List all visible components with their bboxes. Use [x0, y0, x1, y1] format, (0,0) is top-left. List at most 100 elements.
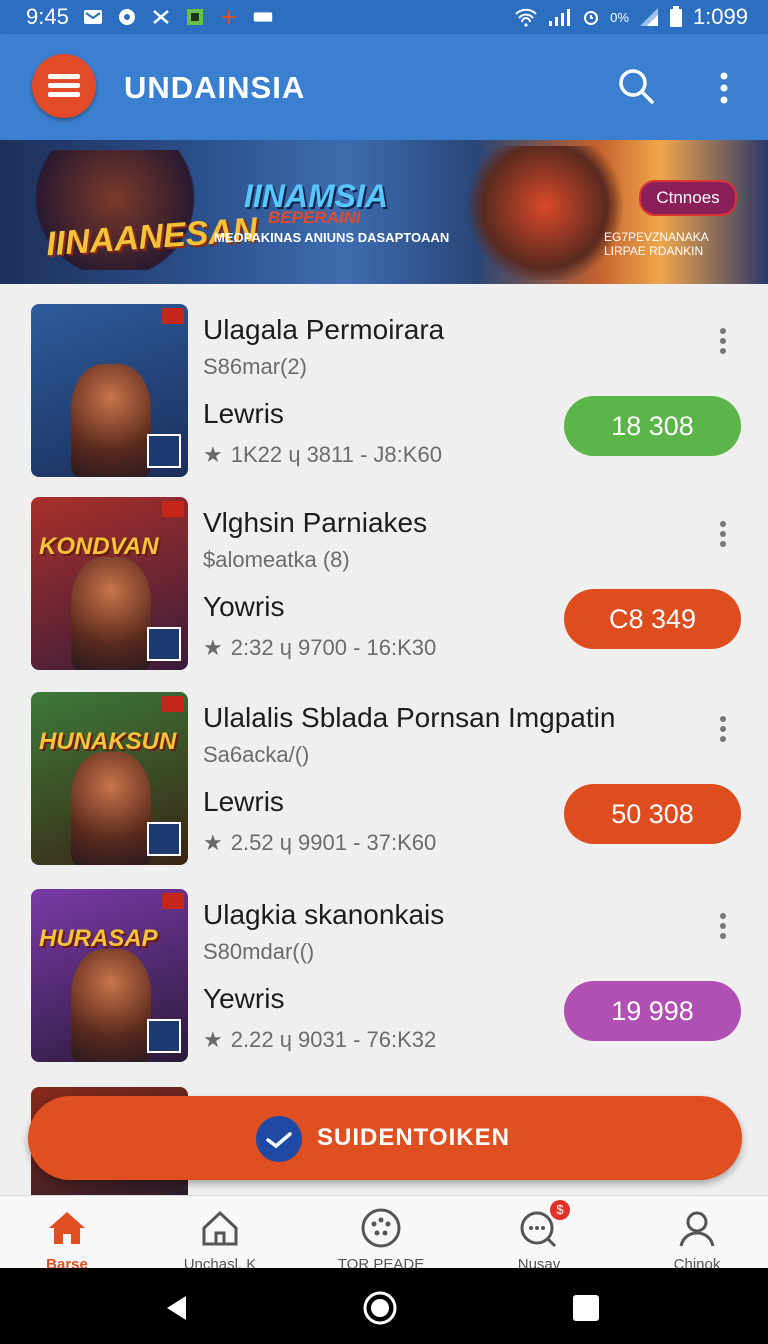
- record-icon: [118, 9, 135, 25]
- status-right: 0% 1:099: [514, 0, 748, 34]
- thumb-title: KONDVAN: [39, 533, 159, 560]
- thumb-corner-icon: [147, 1019, 181, 1053]
- thumb-figure: [71, 557, 151, 670]
- item-meta-text: 2.22 ɥ 9031 - 76:K32: [230, 1027, 437, 1052]
- tools-icon: [153, 10, 169, 24]
- item-label: Yowris: [203, 591, 285, 622]
- banner-center-subtitle: BEPERAINI: [268, 208, 361, 227]
- thumb-figure: [71, 949, 151, 1062]
- back-icon[interactable]: [164, 1294, 190, 1322]
- banner-right-text: EG7PEVZNANAKA LIRPAE RDANKIN: [604, 230, 709, 258]
- item-label: Lewris: [203, 398, 284, 429]
- game-thumbnail[interactable]: HURASAP: [31, 889, 188, 1062]
- thumb-badge: [162, 696, 184, 712]
- home-circle-icon[interactable]: [362, 1290, 398, 1326]
- item-price-button[interactable]: 50 308: [564, 784, 741, 844]
- item-more-icon[interactable]: [716, 326, 730, 356]
- more-vert-icon[interactable]: [714, 68, 734, 108]
- item-subtitle: Sa6acka/(): [203, 742, 310, 767]
- thumb-figure: [71, 364, 151, 477]
- star-icon: ★: [203, 635, 223, 660]
- list-item[interactable]: HURASAP Ulagkia skanonkais S80mdar(() Ye…: [0, 889, 768, 1085]
- banner-tagline: MEOPAKINAS ANIUNS DASAPTOAAN: [214, 230, 450, 245]
- item-more-icon[interactable]: [716, 714, 730, 744]
- app-bar: UNDAINSIA: [0, 34, 768, 140]
- item-subtitle: $alomeatka (8): [203, 547, 350, 572]
- profile-icon: [679, 1211, 715, 1247]
- item-meta: ★ 2:32 ɥ 9700 - 16:K30: [203, 635, 436, 661]
- signal-triangle-icon: [639, 8, 658, 26]
- item-title[interactable]: Ulagkia skanonkais: [203, 899, 444, 931]
- nav-item-chinok[interactable]: Chinok: [622, 1196, 768, 1268]
- thumb-badge: [162, 308, 184, 324]
- status-clock: 1:099: [692, 4, 748, 29]
- nav-label: Nusav: [517, 1256, 561, 1268]
- thumb-corner-icon: [147, 627, 181, 661]
- nav-label: Barse: [46, 1256, 88, 1268]
- item-meta: ★ 1K22 ɥ 3811 - J8:K60: [203, 442, 442, 468]
- thumb-badge: [162, 501, 184, 517]
- status-percent: 0%: [610, 9, 629, 25]
- banner-button[interactable]: Ctnnoes: [639, 180, 737, 216]
- status-bar: 9:45 0% 1:099: [0, 0, 768, 34]
- checkmark-icon: [256, 1116, 302, 1162]
- item-label: Lewris: [203, 786, 284, 817]
- thumb-corner-icon: [147, 434, 181, 468]
- primary-action-label: SUIDENTOIKEN: [317, 1124, 510, 1151]
- item-label: Yewris: [203, 983, 285, 1014]
- item-meta-text: 2.52 ɥ 9901 - 37:K60: [230, 830, 437, 855]
- system-nav-bar: [0, 1268, 768, 1344]
- star-icon: ★: [203, 1027, 223, 1052]
- item-meta-text: 2:32 ɥ 9700 - 16:K30: [230, 635, 437, 660]
- nav-label: Unchasl. K: [183, 1256, 257, 1268]
- nav-badge: $: [550, 1200, 570, 1220]
- cross-icon: [221, 10, 236, 24]
- battery-icon: [669, 6, 682, 27]
- item-subtitle: S86mar(2): [203, 354, 307, 379]
- list-item[interactable]: KONDVAN Vlghsin Parniakes $alomeatka (8)…: [0, 497, 768, 693]
- nav-item-barse[interactable]: Barse: [0, 1196, 142, 1268]
- wifi-icon: [515, 8, 537, 27]
- promo-banner[interactable]: IINAANESAN IINAMSIA BEPERAINI MEOPAKINAS…: [0, 140, 768, 284]
- item-title[interactable]: Vlghsin Parniakes: [203, 507, 427, 539]
- nav-label: Chinok: [673, 1256, 721, 1268]
- thumb-badge: [162, 893, 184, 909]
- item-meta: ★ 2.22 ɥ 9031 - 76:K32: [203, 1027, 436, 1053]
- bottom-nav: Barse Unchasl. K TOR PEADE $ Nusav Chino…: [0, 1195, 768, 1268]
- nav-label: TOR PEADE: [337, 1256, 425, 1268]
- list-item[interactable]: Ulagala Permoirara S86mar(2) Lewris ★ 1K2…: [0, 304, 768, 500]
- keyboard-icon: [253, 12, 273, 22]
- item-subtitle: S80mdar((): [203, 939, 315, 964]
- item-title[interactable]: Ulalalis Sblada Pornsan Imgpatin: [203, 702, 615, 734]
- star-icon: ★: [203, 830, 223, 855]
- nav-item-tor-peade[interactable]: TOR PEADE: [306, 1196, 456, 1268]
- item-price-button[interactable]: 18 308: [564, 396, 741, 456]
- primary-action-button[interactable]: SUIDENTOIKEN: [28, 1096, 742, 1180]
- gamepad-icon: [361, 1208, 401, 1248]
- home-outline-icon: [202, 1210, 238, 1246]
- item-more-icon[interactable]: [716, 519, 730, 549]
- item-price-button[interactable]: C8 349: [564, 589, 741, 649]
- item-meta: ★ 2.52 ɥ 9901 - 37:K60: [203, 830, 436, 856]
- game-thumbnail[interactable]: [31, 304, 188, 477]
- search-icon[interactable]: [616, 66, 656, 106]
- nav-item-nusav[interactable]: $ Nusav: [464, 1196, 614, 1268]
- thumb-corner-icon: [147, 822, 181, 856]
- star-icon: ★: [203, 442, 223, 467]
- mail-icon: [83, 10, 102, 24]
- thumb-title: HURASAP: [39, 925, 158, 952]
- nav-item-unchasl[interactable]: Unchasl. K: [145, 1196, 295, 1268]
- thumb-figure: [71, 752, 151, 865]
- alarm-icon: [584, 11, 599, 25]
- signal-icon: [549, 9, 571, 26]
- item-more-icon[interactable]: [716, 911, 730, 941]
- app-logo[interactable]: [32, 54, 96, 118]
- status-time: 9:45: [26, 4, 69, 29]
- recents-icon[interactable]: [572, 1294, 600, 1322]
- item-title[interactable]: Ulagala Permoirara: [203, 314, 444, 346]
- list-item[interactable]: HUNAKSUN Ulalalis Sblada Pornsan Imgpati…: [0, 692, 768, 888]
- game-thumbnail[interactable]: KONDVAN: [31, 497, 188, 670]
- game-thumbnail[interactable]: HUNAKSUN: [31, 692, 188, 865]
- app-title: UNDAINSIA: [124, 70, 306, 105]
- item-price-button[interactable]: 19 998: [564, 981, 741, 1041]
